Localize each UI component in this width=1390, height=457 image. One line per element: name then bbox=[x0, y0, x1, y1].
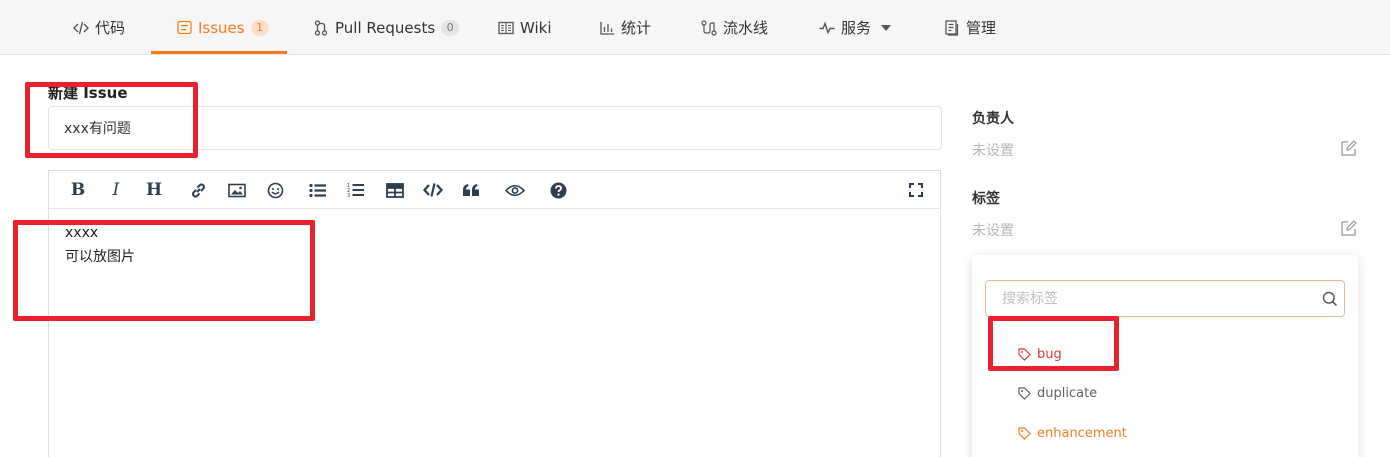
bold-icon: B bbox=[70, 180, 86, 200]
wiki-icon bbox=[498, 20, 514, 36]
help-icon bbox=[550, 182, 566, 198]
editor-line: xxxx bbox=[65, 225, 99, 241]
label-option-enhancement[interactable]: enhancement bbox=[1018, 426, 1127, 441]
issues-count-badge: 1 bbox=[250, 19, 269, 36]
search-icon[interactable] bbox=[1322, 291, 1338, 307]
editor-line: 可以放图片 bbox=[65, 249, 135, 265]
bold-button[interactable]: B bbox=[67, 180, 89, 200]
fullscreen-button[interactable] bbox=[905, 180, 927, 200]
fullscreen-icon bbox=[909, 183, 923, 197]
tab-services-label: 服务 bbox=[841, 19, 872, 37]
quote-button[interactable] bbox=[460, 180, 482, 200]
tab-stats[interactable]: 统计 bbox=[599, 0, 651, 55]
tab-stats-label: 统计 bbox=[621, 19, 652, 37]
issues-icon bbox=[176, 20, 192, 36]
tab-pull-requests-label: Pull Requests bbox=[335, 18, 436, 37]
code-block-icon bbox=[423, 183, 443, 197]
tab-manage-label: 管理 bbox=[966, 19, 997, 37]
numbered-list-button[interactable]: 123 bbox=[345, 180, 367, 200]
label-option-name: bug bbox=[1037, 347, 1062, 362]
tab-issues-label: Issues bbox=[198, 18, 245, 37]
editor-content[interactable]: xxxx 可以放图片 bbox=[65, 221, 135, 269]
label-search-input[interactable] bbox=[986, 281, 1316, 316]
code-button[interactable] bbox=[422, 180, 444, 200]
assignee-heading: 负责人 bbox=[972, 111, 1014, 127]
labels-dropdown: bug duplicate enhancement bbox=[972, 255, 1358, 457]
heading-button[interactable]: H bbox=[143, 180, 165, 200]
repo-tab-bar: 代码 Issues 1 Pull Requests 0 Wiki 统计 流水线 bbox=[0, 0, 1390, 55]
tab-wiki-label: Wiki bbox=[520, 18, 552, 37]
quote-icon bbox=[463, 184, 479, 196]
tab-pull-requests[interactable]: Pull Requests 0 bbox=[313, 0, 460, 55]
image-button[interactable] bbox=[226, 180, 248, 200]
tab-pipeline[interactable]: 流水线 bbox=[701, 0, 768, 55]
emoji-button[interactable] bbox=[264, 180, 286, 200]
preview-button[interactable] bbox=[504, 180, 526, 200]
pipeline-icon bbox=[701, 19, 717, 36]
italic-button[interactable]: I bbox=[105, 180, 127, 200]
tab-code[interactable]: 代码 bbox=[73, 0, 125, 55]
tab-code-label: 代码 bbox=[95, 19, 126, 37]
table-button[interactable] bbox=[384, 180, 406, 200]
markdown-editor: B I H 123 xxxx 可以放图片 bbox=[48, 170, 941, 457]
page-title: 新建 Issue bbox=[48, 84, 128, 102]
image-icon bbox=[228, 183, 246, 197]
tag-icon bbox=[1018, 427, 1031, 440]
edit-labels-icon[interactable] bbox=[1340, 220, 1357, 237]
bullet-list-icon bbox=[309, 183, 326, 197]
services-icon bbox=[819, 20, 835, 36]
pull-requests-count-badge: 0 bbox=[441, 19, 460, 36]
link-icon bbox=[191, 183, 205, 197]
tab-manage[interactable]: 管理 bbox=[944, 0, 996, 55]
tab-pipeline-label: 流水线 bbox=[723, 19, 769, 37]
label-option-name: enhancement bbox=[1037, 426, 1127, 441]
heading-icon: H bbox=[145, 180, 163, 200]
tab-services[interactable]: 服务 bbox=[819, 0, 892, 55]
assignee-value: 未设置 bbox=[972, 143, 1014, 159]
emoji-icon bbox=[267, 182, 283, 198]
issue-title-input[interactable] bbox=[48, 106, 942, 150]
help-button[interactable] bbox=[547, 180, 569, 200]
bullet-list-button[interactable] bbox=[307, 180, 329, 200]
tag-icon bbox=[1018, 387, 1031, 400]
eye-icon bbox=[505, 184, 525, 196]
manage-icon bbox=[944, 19, 960, 36]
stats-icon bbox=[599, 20, 615, 36]
labels-heading: 标签 bbox=[972, 191, 1000, 207]
editor-toolbar: B I H 123 bbox=[49, 171, 940, 209]
code-icon bbox=[73, 20, 89, 36]
active-tab-indicator bbox=[151, 51, 287, 54]
table-icon bbox=[386, 182, 404, 198]
labels-value: 未设置 bbox=[972, 223, 1014, 239]
pull-request-icon bbox=[313, 19, 329, 36]
svg-text:3: 3 bbox=[347, 193, 350, 198]
tab-issues[interactable]: Issues 1 bbox=[176, 0, 269, 55]
chevron-down-icon bbox=[881, 24, 892, 31]
edit-assignee-icon[interactable] bbox=[1340, 140, 1357, 157]
label-option-name: duplicate bbox=[1037, 386, 1098, 401]
italic-icon: I bbox=[112, 180, 120, 200]
label-option-bug[interactable]: bug bbox=[1018, 347, 1062, 362]
label-option-duplicate[interactable]: duplicate bbox=[1018, 386, 1097, 401]
link-button[interactable] bbox=[187, 180, 209, 200]
tab-wiki[interactable]: Wiki bbox=[498, 0, 552, 55]
tag-icon bbox=[1018, 348, 1031, 361]
numbered-list-icon: 123 bbox=[347, 183, 364, 198]
label-search-box bbox=[985, 280, 1345, 317]
